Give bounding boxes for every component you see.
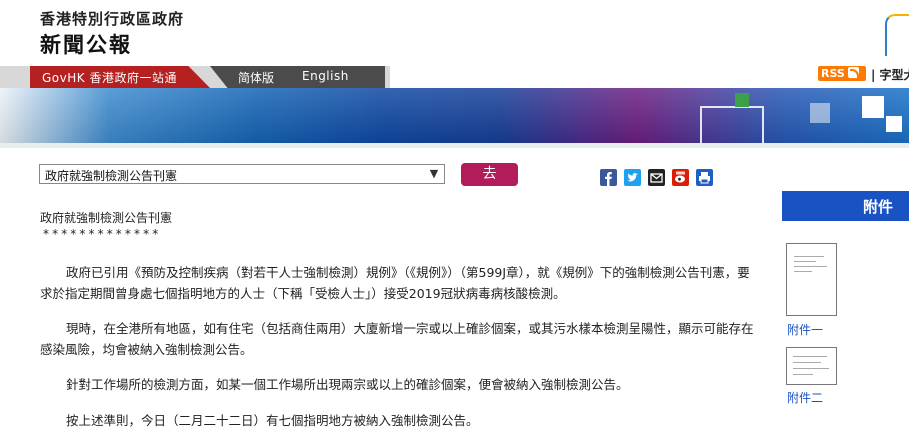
attachments-heading-label: 附件 — [862, 198, 893, 216]
header-decoration — [885, 14, 909, 56]
article-paragraph: 按上述準則，今日（二月二十二日）有七個指明地方被納入強制檢測公告。 — [40, 410, 755, 431]
banner-shadow — [0, 143, 909, 148]
banner-square-deco — [735, 93, 749, 107]
go-button[interactable]: 去 — [461, 163, 518, 186]
thumb-text-line — [793, 368, 829, 369]
attachment-link[interactable]: 附件二 — [787, 389, 823, 406]
weibo-icon[interactable] — [672, 169, 689, 186]
simplified-chinese-link[interactable]: 简体版 — [238, 69, 274, 86]
language-links: 简体版 English — [210, 66, 385, 88]
rss-icon — [847, 67, 859, 78]
govhk-link[interactable]: GovHK 香港政府一站通 — [30, 66, 210, 88]
banner-square-deco — [862, 96, 884, 118]
banner-square-deco — [886, 116, 902, 132]
press-release-select[interactable]: 政府就強制檢測公告刊憲 ▼ — [39, 164, 445, 184]
banner-square-deco — [810, 103, 830, 123]
chevron-down-icon: ▼ — [429, 167, 439, 180]
banner-overlay — [0, 88, 909, 143]
site-header: 香港特別行政區政府 新聞公報 — [0, 0, 909, 66]
attachment-link[interactable]: 附件一 — [787, 321, 823, 338]
attachment-thumbnail[interactable] — [786, 347, 837, 385]
rss-label: RSS — [821, 67, 845, 80]
banner-square-deco — [700, 106, 764, 143]
article-paragraph: 現時，在全港所有地區，如有住宅（包括商住兩用）大廈新增一宗或以上確診個案，或其污… — [40, 318, 755, 360]
paragraph-1: 政府已引用《預防及控制疾病（對若干人士強制檢測）規例》（《規例》）（第599J章… — [40, 265, 750, 301]
email-icon[interactable] — [648, 169, 665, 186]
thumb-text-line — [794, 256, 824, 257]
site-subtitle[interactable]: 新聞公報 — [40, 29, 132, 59]
facebook-icon[interactable] — [600, 169, 617, 186]
font-size-control[interactable]: | 字型大 — [871, 66, 909, 83]
title-stars: ************* — [43, 227, 162, 241]
english-link[interactable]: English — [302, 69, 349, 83]
thumb-text-line — [793, 362, 821, 363]
paragraph-4: 按上述準則，今日（二月二十二日）有七個指明地方被納入強制檢測公告。 — [66, 413, 479, 428]
print-icon[interactable] — [696, 169, 713, 186]
govhk-link-label: GovHK 香港政府一站通 — [42, 71, 177, 85]
thumb-text-line — [793, 374, 813, 375]
article-paragraph: 政府已引用《預防及控制疾病（對若干人士強制檢測）規例》（《規例》）（第599J章… — [40, 262, 755, 304]
site-name: 香港特別行政區政府 — [40, 10, 185, 28]
thumb-text-line — [794, 266, 827, 267]
header-banner — [0, 88, 909, 143]
article-paragraph: 針對工作場所的檢測方面，如某一個工作場所出現兩宗或以上的確診個案，便會被納入強制… — [40, 374, 755, 395]
thumb-text-line — [794, 271, 812, 272]
rss-button[interactable]: RSS — [818, 66, 866, 81]
twitter-icon[interactable] — [624, 169, 641, 186]
press-release-select-value: 政府就強制檢測公告刊憲 — [45, 169, 178, 183]
thumb-text-line — [793, 356, 827, 357]
paragraph-3: 針對工作場所的檢測方面，如某一個工作場所出現兩宗或以上的確診個案，便會被納入強制… — [66, 377, 629, 392]
article-title: 政府就強制檢測公告刊憲 — [40, 211, 173, 225]
thumb-text-line — [794, 261, 816, 262]
attachments-heading: 附件 — [782, 191, 909, 221]
paragraph-2: 現時，在全港所有地區，如有住宅（包括商住兩用）大廈新增一宗或以上確診個案，或其污… — [40, 321, 754, 357]
attachment-thumbnail[interactable] — [786, 243, 837, 316]
top-nav: GovHK 香港政府一站通 简体版 English RSS | 字型大 — [0, 66, 909, 88]
